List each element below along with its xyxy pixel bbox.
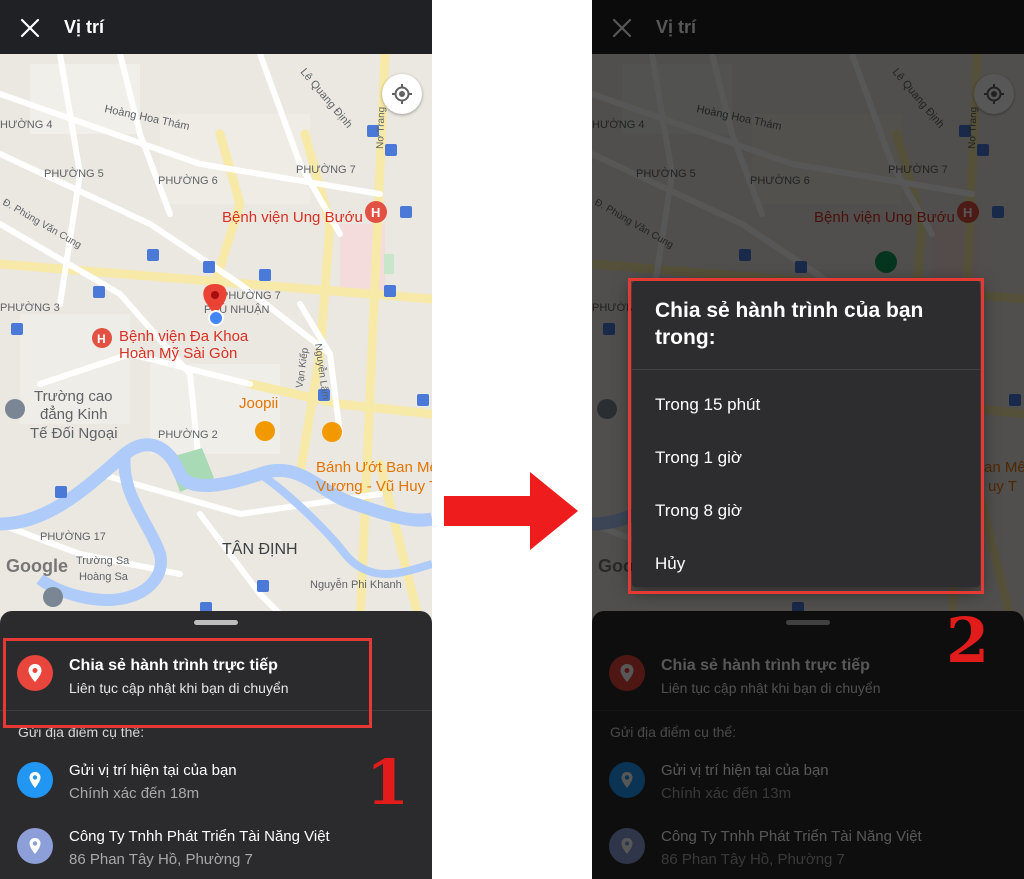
live-share-title: Chia sẻ hành trình trực tiếp (69, 657, 278, 674)
top-app-bar: Vị trí (592, 0, 1024, 54)
svg-text:Vương - Vũ Huy T: Vương - Vũ Huy T (316, 478, 432, 495)
map-label: HƯỜNG 4 (0, 118, 52, 131)
svg-text:đẳng Kinh: đẳng Kinh (40, 405, 108, 423)
page-title: Vị trí (656, 17, 697, 37)
svg-text:Bệnh viện Ung Bướu: Bệnh viện Ung Bướu (814, 209, 955, 226)
section-label: Gửi địa điểm cụ thể: (18, 724, 145, 740)
send-current-location-option[interactable]: Gửi vị trí hiện tại của bạn Chính xác đế… (592, 753, 1024, 809)
live-share-subtitle: Liên tục cập nhật khi bạn di chuyển (661, 680, 881, 696)
dialog-title: Chia sẻ hành trình của bạn trong: (655, 299, 924, 349)
live-share-title: Chia sẻ hành trình trực tiếp (661, 657, 870, 674)
svg-text:Joopii: Joopii (239, 395, 278, 412)
svg-text:PHƯỜNG 7: PHƯỜNG 7 (221, 289, 281, 302)
map-label-partial: uy T (988, 478, 1017, 495)
place-address: 86 Phan Tây Hồ, Phường 7 (69, 851, 253, 868)
place-title: Công Ty Tnhh Phát Triển Tài Năng Việt (69, 828, 330, 845)
place-option[interactable]: Công Ty Tnhh Phát Triển Tài Năng Việt 86… (592, 819, 1024, 875)
svg-text:H: H (963, 205, 972, 220)
svg-text:Nơ Trang: Nơ Trang (375, 107, 387, 149)
close-icon (612, 18, 632, 38)
svg-text:H: H (371, 205, 380, 220)
close-icon (20, 18, 40, 38)
svg-text:PHƯỜNG 5: PHƯỜNG 5 (44, 167, 104, 180)
option-label: Trong 1 giờ (655, 448, 743, 467)
close-button[interactable] (606, 12, 638, 44)
svg-text:Trường Sa: Trường Sa (76, 555, 130, 567)
tutorial-canvas: Vị trí H H HƯỜNG 4 PHƯỜNG 5 PHƯỜNG 6 PHƯ… (0, 0, 1024, 879)
phone-screen-right: Vị trí H HƯỜNG 4 PHƯỜNG 5 PHƯỜNG 6 PHƯỜN… (592, 0, 1024, 879)
svg-text:Bệnh viện Ung Bướu: Bệnh viện Ung Bướu (222, 209, 363, 226)
place-address: 86 Phan Tây Hồ, Phường 7 (661, 851, 845, 868)
svg-text:PHƯỜNG 3: PHƯỜNG 3 (0, 301, 60, 314)
svg-text:Google: Google (6, 556, 68, 576)
svg-text:PHƯỜNG 7: PHƯỜNG 7 (888, 163, 948, 176)
current-location-title: Gửi vị trí hiện tại của bạn (69, 762, 237, 779)
svg-text:Tế Đối Ngoại: Tế Đối Ngoại (30, 425, 118, 442)
place-pin-icon (609, 828, 645, 864)
current-location-title: Gửi vị trí hiện tại của bạn (661, 762, 829, 779)
location-pin-icon (17, 762, 53, 798)
step-number-2: 2 (946, 604, 990, 677)
svg-text:PHƯỜNG 5: PHƯỜNG 5 (636, 167, 696, 180)
my-location-button[interactable] (382, 74, 422, 114)
svg-text:Bánh Ướt Ban Mê: Bánh Ướt Ban Mê (316, 459, 432, 476)
map-view[interactable]: H H HƯỜNG 4 PHƯỜNG 5 PHƯỜNG 6 PHƯỜNG 7 P… (0, 54, 432, 624)
top-app-bar: Vị trí (0, 0, 432, 54)
share-location-sheet: Chia sẻ hành trình trực tiếp Liên tục cậ… (0, 611, 432, 879)
divider (592, 710, 1024, 711)
option-8-hours[interactable]: Trong 8 giờ (632, 487, 980, 537)
svg-text:Hoàn Mỹ Sài Gòn: Hoàn Mỹ Sài Gòn (119, 345, 237, 362)
drag-handle[interactable] (194, 620, 238, 625)
svg-text:Hoàng Sa: Hoàng Sa (79, 571, 129, 583)
current-location-accuracy: Chính xác đến 18m (69, 785, 200, 802)
option-label: Trong 15 phút (655, 395, 761, 414)
my-location-icon (392, 84, 412, 104)
svg-text:PHƯỜNG 7: PHƯỜNG 7 (296, 163, 356, 176)
location-pin-icon (609, 762, 645, 798)
option-15-minutes[interactable]: Trong 15 phút (632, 381, 980, 431)
page-title: Vị trí (64, 17, 105, 37)
svg-text:PHƯỜNG 2: PHƯỜNG 2 (158, 428, 218, 441)
live-share-icon (609, 655, 645, 691)
svg-text:Trường cao: Trường cao (34, 388, 113, 405)
current-location-accuracy: Chính xác đến 13m (661, 785, 792, 802)
svg-text:PHƯỜNG 6: PHƯỜNG 6 (750, 174, 810, 187)
right-arrow-icon (444, 472, 578, 550)
place-option[interactable]: Công Ty Tnhh Phát Triển Tài Năng Việt 86… (0, 819, 432, 875)
place-pin-icon (17, 828, 53, 864)
live-share-option[interactable]: Chia sẻ hành trình trực tiếp Liên tục cậ… (0, 645, 432, 705)
svg-text:PHƯỜNG 6: PHƯỜNG 6 (158, 174, 218, 187)
place-title: Công Ty Tnhh Phát Triển Tài Năng Việt (661, 828, 922, 845)
drag-handle[interactable] (786, 620, 830, 625)
svg-text:TÂN ĐỊNH: TÂN ĐỊNH (222, 539, 298, 558)
svg-text:HƯỜNG 4: HƯỜNG 4 (592, 118, 644, 131)
option-label: Trong 8 giờ (655, 501, 743, 520)
option-label: Hủy (655, 554, 686, 573)
svg-text:Nơ Trang: Nơ Trang (967, 107, 979, 149)
my-location-icon (984, 84, 1004, 104)
live-share-subtitle: Liên tục cập nhật khi bạn di chuyển (69, 680, 289, 696)
option-1-hour[interactable]: Trong 1 giờ (632, 434, 980, 484)
divider (632, 369, 980, 370)
section-label: Gửi địa điểm cụ thể: (610, 724, 737, 740)
live-share-icon (17, 655, 53, 691)
svg-text:Nguyễn Phi Khanh: Nguyễn Phi Khanh (310, 578, 402, 591)
share-duration-dialog: Chia sẻ hành trình của bạn trong: Trong … (632, 281, 980, 587)
map-label-partial: an Mê (984, 459, 1024, 476)
svg-text:Bệnh viện Đa Khoa: Bệnh viện Đa Khoa (119, 328, 249, 345)
step-number-1: 1 (366, 746, 410, 819)
cancel-button[interactable]: Hủy (632, 540, 980, 590)
my-location-button[interactable] (974, 74, 1014, 114)
divider (0, 710, 432, 711)
svg-text:H: H (97, 332, 106, 346)
svg-text:PHƯỜNG 17: PHƯỜNG 17 (40, 530, 106, 543)
close-button[interactable] (14, 12, 46, 44)
